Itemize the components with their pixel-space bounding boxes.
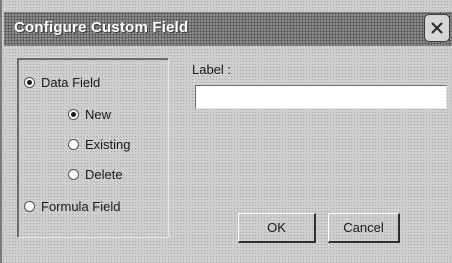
radio-new[interactable]: New: [68, 107, 111, 122]
label-input[interactable]: [195, 85, 447, 109]
close-icon: [431, 22, 443, 34]
radio-existing-label: Existing: [85, 137, 131, 152]
radio-data-field[interactable]: Data Field: [24, 75, 100, 90]
radio-formula-field[interactable]: Formula Field: [24, 199, 120, 214]
radio-existing-indicator[interactable]: [68, 139, 79, 150]
configure-custom-field-dialog: Configure Custom Field Data Field New Ex…: [0, 0, 452, 263]
radio-formula-field-label: Formula Field: [41, 199, 121, 214]
radio-new-indicator[interactable]: [68, 109, 79, 120]
radio-data-field-label: Data Field: [41, 75, 101, 90]
window-title: Configure Custom Field: [14, 19, 189, 36]
radio-new-label: New: [85, 107, 112, 122]
close-button[interactable]: [424, 14, 450, 42]
title-bar: Configure Custom Field: [4, 12, 452, 46]
label-caption: Label :: [192, 62, 232, 77]
ok-button[interactable]: OK: [238, 213, 316, 243]
radio-data-field-indicator[interactable]: [24, 77, 35, 88]
cancel-button[interactable]: Cancel: [328, 213, 400, 243]
radio-delete-label: Delete: [85, 167, 123, 182]
radio-existing[interactable]: Existing: [68, 137, 131, 152]
radio-formula-field-indicator[interactable]: [24, 201, 35, 212]
radio-delete[interactable]: Delete: [68, 167, 123, 182]
radio-delete-indicator[interactable]: [68, 169, 79, 180]
